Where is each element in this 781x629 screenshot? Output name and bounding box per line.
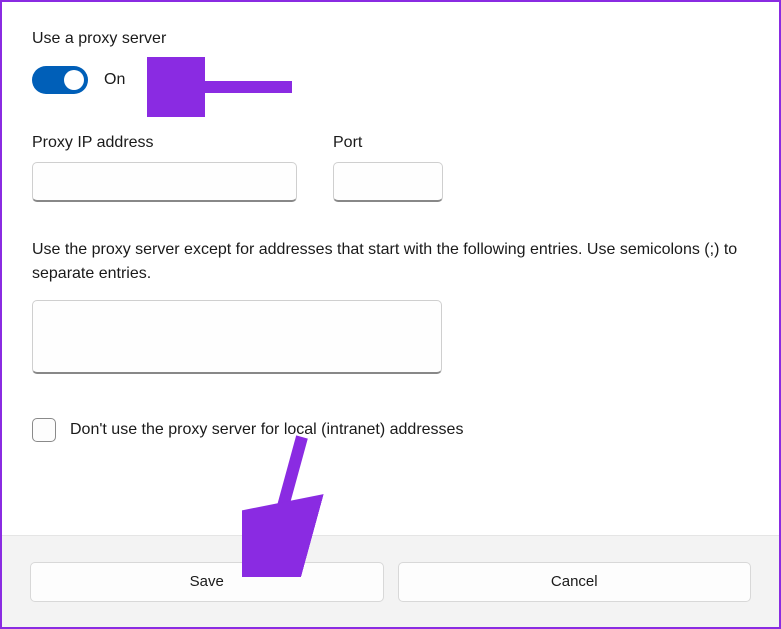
port-label: Port <box>333 134 443 152</box>
exception-label: Use the proxy server except for addresse… <box>32 238 749 286</box>
exception-textarea[interactable] <box>32 300 442 374</box>
ip-label: Proxy IP address <box>32 134 297 152</box>
proxy-title: Use a proxy server <box>32 30 749 48</box>
proxy-ip-input[interactable] <box>32 162 297 202</box>
toggle-knob <box>64 70 84 90</box>
proxy-toggle[interactable] <box>32 66 88 94</box>
proxy-toggle-label: On <box>104 71 125 89</box>
proxy-port-input[interactable] <box>333 162 443 202</box>
local-bypass-label: Don't use the proxy server for local (in… <box>70 421 463 439</box>
save-button[interactable]: Save <box>30 562 384 602</box>
cancel-button[interactable]: Cancel <box>398 562 752 602</box>
button-bar: Save Cancel <box>2 535 779 627</box>
local-bypass-checkbox[interactable] <box>32 418 56 442</box>
